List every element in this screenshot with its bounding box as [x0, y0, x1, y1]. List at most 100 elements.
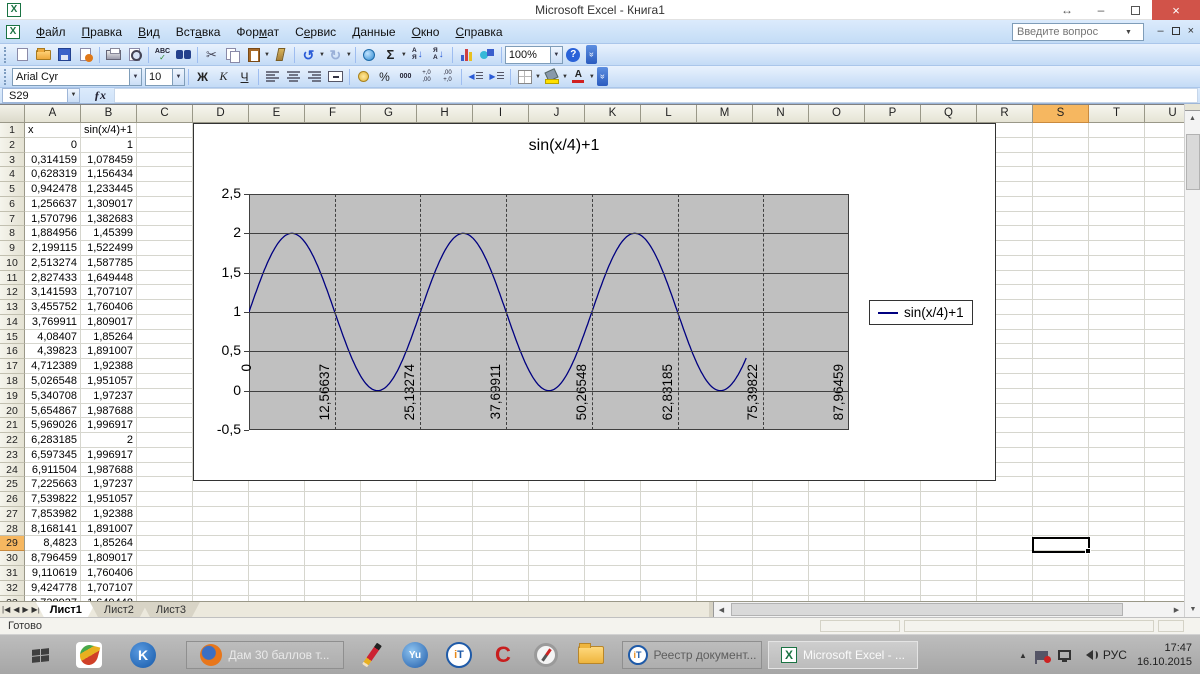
menu-item-Справка[interactable]: Справка: [447, 22, 510, 42]
cell-H27[interactable]: [417, 507, 473, 522]
vertical-split-handle[interactable]: [1185, 104, 1200, 111]
book-close-button[interactable]: ×: [1188, 25, 1194, 37]
cell-C24[interactable]: [137, 463, 193, 478]
cell-T28[interactable]: [1089, 522, 1145, 537]
cell-P27[interactable]: [865, 507, 921, 522]
redo-dropdown-icon[interactable]: ▼: [346, 52, 352, 58]
cell-S12[interactable]: [1033, 285, 1089, 300]
cell-B13[interactable]: 1,760406: [81, 300, 137, 315]
cell-U14[interactable]: [1145, 315, 1184, 330]
cell-E30[interactable]: [249, 551, 305, 566]
cell-E27[interactable]: [249, 507, 305, 522]
row-header-26[interactable]: 26: [0, 492, 25, 507]
new-button[interactable]: [12, 45, 33, 64]
cell-A25[interactable]: 7,225663: [25, 477, 81, 492]
cell-S1[interactable]: [1033, 123, 1089, 138]
row-header-19[interactable]: 19: [0, 389, 25, 404]
taskbar-button-excel[interactable]: X Microsoft Excel - ...: [768, 641, 918, 669]
cell-G28[interactable]: [361, 522, 417, 537]
cell-U27[interactable]: [1145, 507, 1184, 522]
cell-G26[interactable]: [361, 492, 417, 507]
cell-C30[interactable]: [137, 551, 193, 566]
cell-T24[interactable]: [1089, 463, 1145, 478]
cell-T30[interactable]: [1089, 551, 1145, 566]
currency-button[interactable]: [353, 67, 374, 86]
cell-A30[interactable]: 8,796459: [25, 551, 81, 566]
cell-B9[interactable]: 1,522499: [81, 241, 137, 256]
cell-U24[interactable]: [1145, 463, 1184, 478]
cell-B28[interactable]: 1,891007: [81, 522, 137, 537]
font-dropdown-icon[interactable]: ▼: [129, 69, 141, 85]
cell-H26[interactable]: [417, 492, 473, 507]
zoom-dropdown-icon[interactable]: ▼: [550, 47, 562, 63]
cell-S17[interactable]: [1033, 359, 1089, 374]
column-header-H[interactable]: H: [417, 105, 473, 123]
cell-S14[interactable]: [1033, 315, 1089, 330]
cell-I27[interactable]: [473, 507, 529, 522]
book-restore-button[interactable]: [1172, 27, 1180, 35]
cell-U18[interactable]: [1145, 374, 1184, 389]
cell-U1[interactable]: [1145, 123, 1184, 138]
cell-P29[interactable]: [865, 536, 921, 551]
taskbar-icon-compass[interactable]: [534, 641, 558, 669]
cell-U10[interactable]: [1145, 256, 1184, 271]
scroll-right-button[interactable]: ▶: [1169, 602, 1184, 617]
decrease-indent-button[interactable]: ◀: [465, 67, 486, 86]
cell-A6[interactable]: 1,256637: [25, 197, 81, 212]
horizontal-scroll-thumb[interactable]: [731, 603, 1123, 616]
cell-C15[interactable]: [137, 330, 193, 345]
restore-button[interactable]: [1118, 6, 1152, 15]
cell-T23[interactable]: [1089, 448, 1145, 463]
cell-S22[interactable]: [1033, 433, 1089, 448]
cell-C21[interactable]: [137, 418, 193, 433]
column-header-O[interactable]: O: [809, 105, 865, 123]
cell-D31[interactable]: [193, 566, 249, 581]
cell-L28[interactable]: [641, 522, 697, 537]
column-header-T[interactable]: T: [1089, 105, 1145, 123]
cell-A31[interactable]: 9,110619: [25, 566, 81, 581]
cell-C9[interactable]: [137, 241, 193, 256]
cell-N32[interactable]: [753, 581, 809, 596]
increase-decimal-button[interactable]: +,0 ,00: [416, 67, 437, 86]
cell-P26[interactable]: [865, 492, 921, 507]
start-button[interactable]: [26, 641, 54, 669]
taskbar-icon-folder[interactable]: [578, 641, 604, 669]
cell-A2[interactable]: 0: [25, 138, 81, 153]
font-color-button[interactable]: А: [568, 67, 589, 86]
cell-C10[interactable]: [137, 256, 193, 271]
cell-S9[interactable]: [1033, 241, 1089, 256]
row-header-25[interactable]: 25: [0, 477, 25, 492]
cell-C6[interactable]: [137, 197, 193, 212]
cell-B4[interactable]: 1,156434: [81, 167, 137, 182]
row-header-13[interactable]: 13: [0, 300, 25, 315]
cell-T22[interactable]: [1089, 433, 1145, 448]
chart-object[interactable]: sin(x/4)+1 sin(x/4)+1 2,521,510,50-0,501…: [193, 123, 996, 481]
cell-B1[interactable]: sin(x/4)+1: [81, 123, 137, 138]
cell-B2[interactable]: 1: [81, 138, 137, 153]
cell-S5[interactable]: [1033, 182, 1089, 197]
cell-C13[interactable]: [137, 300, 193, 315]
cell-I28[interactable]: [473, 522, 529, 537]
cell-K29[interactable]: [585, 536, 641, 551]
size-dropdown-icon[interactable]: ▼: [172, 69, 184, 85]
cell-N27[interactable]: [753, 507, 809, 522]
cell-U12[interactable]: [1145, 285, 1184, 300]
tab-sheet3[interactable]: Лист3: [142, 602, 200, 617]
borders-button[interactable]: [514, 67, 535, 86]
cell-U15[interactable]: [1145, 330, 1184, 345]
cell-C14[interactable]: [137, 315, 193, 330]
cell-G29[interactable]: [361, 536, 417, 551]
cell-H30[interactable]: [417, 551, 473, 566]
column-header-K[interactable]: K: [585, 105, 641, 123]
taskbar-icon-it[interactable]: iT: [446, 641, 472, 669]
cell-T29[interactable]: [1089, 536, 1145, 551]
cell-C32[interactable]: [137, 581, 193, 596]
cell-U23[interactable]: [1145, 448, 1184, 463]
question-dropdown-icon[interactable]: ▼: [1125, 29, 1132, 36]
row-header-1[interactable]: 1: [0, 123, 25, 138]
cell-U25[interactable]: [1145, 477, 1184, 492]
cell-K32[interactable]: [585, 581, 641, 596]
cell-D29[interactable]: [193, 536, 249, 551]
cell-L31[interactable]: [641, 566, 697, 581]
font-size-combobox[interactable]: 10▼: [145, 68, 185, 86]
